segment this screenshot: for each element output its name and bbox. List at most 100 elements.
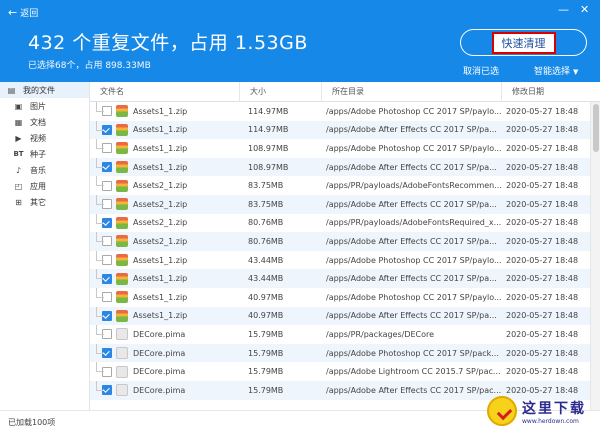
scrollbar-thumb[interactable]	[593, 104, 599, 152]
column-header-name[interactable]: 文件名	[90, 82, 240, 102]
zip-file-icon	[116, 309, 128, 322]
file-name: Assets2_1.zip	[133, 199, 188, 209]
file-size: 83.75MB	[248, 181, 284, 191]
table-row[interactable]: DECore.pima 15.79MB/apps/PR/packages/DECo…	[90, 325, 600, 344]
table-row[interactable]: Assets1_1.zip 43.44MB/apps/Adobe After Ef…	[90, 269, 600, 288]
table-row[interactable]: Assets2_1.zip 83.75MB/apps/Adobe After Ef…	[90, 194, 600, 214]
modified-date: 2020-05-27 18:48	[506, 162, 579, 172]
back-arrow-icon: ←	[8, 6, 18, 19]
tree-connector	[96, 362, 104, 373]
file-path: /apps/Adobe After Effects CC 2017 SP/pac…	[326, 385, 502, 395]
sidebar-item-label: 我的文件	[23, 85, 55, 95]
file-name-cell: Assets2_1.zip	[90, 179, 240, 192]
bt-icon: BT	[13, 150, 24, 158]
file-size: 114.97MB	[248, 106, 289, 116]
file-name-cell: Assets1_1.zip	[90, 123, 240, 136]
close-icon[interactable]: ✕	[580, 4, 589, 15]
file-icon	[116, 384, 128, 397]
file-name-cell: Assets2_1.zip	[90, 198, 240, 211]
sidebar-item-label: 文档	[30, 117, 46, 127]
file-name: Assets1_1.zip	[133, 162, 188, 172]
file-size: 15.79MB	[248, 367, 284, 377]
app-icon: ◰	[14, 181, 23, 191]
zip-file-icon	[116, 105, 128, 118]
sidebar-item-documents[interactable]: ▦ 文档	[0, 114, 89, 130]
file-path: /apps/PR/packages/DECore	[326, 329, 435, 339]
file-name-cell: DECore.pima	[90, 328, 240, 341]
table-header: 文件名 大小 所在目录 修改日期	[90, 82, 600, 102]
modified-date: 2020-05-27 18:48	[506, 143, 579, 153]
sidebar-item-videos[interactable]: ▶ 视频	[0, 130, 89, 146]
my-files-icon: ▤	[7, 85, 16, 95]
modified-date: 2020-05-27 18:48	[506, 199, 579, 209]
file-name-cell: Assets2_1.zip	[90, 216, 240, 229]
file-name-cell: Assets1_1.zip	[90, 309, 240, 322]
modified-date: 2020-05-27 18:48	[506, 106, 579, 116]
sidebar-item-label: 图片	[30, 101, 46, 111]
table-row[interactable]: Assets1_1.zip 114.97MB/apps/Adobe Photosh…	[90, 102, 600, 121]
table-row[interactable]: Assets1_1.zip 40.97MB/apps/Adobe Photosho…	[90, 287, 600, 307]
table-row[interactable]: Assets2_1.zip 80.76MB/apps/Adobe After Ef…	[90, 232, 600, 251]
document-icon: ▦	[14, 117, 23, 127]
quick-clean-button[interactable]: 快速清理	[460, 29, 587, 56]
vertical-scrollbar[interactable]	[590, 102, 600, 410]
modified-date: 2020-05-27 18:48	[506, 292, 579, 302]
file-path: /apps/Adobe After Effects CC 2017 SP/pa.…	[326, 274, 497, 284]
zip-file-icon	[116, 291, 128, 304]
table-row[interactable]: Assets1_1.zip 114.97MB/apps/Adobe After E…	[90, 120, 600, 140]
file-path: /apps/Adobe After Effects CC 2017 SP/pa.…	[326, 199, 497, 209]
watermark-text: 这里下载	[522, 400, 586, 417]
table-row[interactable]: Assets1_1.zip 108.97MB/apps/Adobe Photosh…	[90, 139, 600, 158]
modified-date: 2020-05-27 18:48	[506, 367, 579, 377]
tree-connector	[96, 250, 104, 261]
cancel-selection-link[interactable]: 取消已选	[463, 64, 499, 77]
music-icon: ♪	[15, 165, 22, 175]
table-row[interactable]: Assets2_1.zip 83.75MB/apps/PR/payloads/Ad…	[90, 176, 600, 195]
column-header-path[interactable]: 所在目录	[322, 82, 502, 102]
table-row[interactable]: Assets1_1.zip 43.44MB/apps/Adobe Photosho…	[90, 250, 600, 270]
sidebar-item-my-files[interactable]: ▤ 我的文件	[0, 82, 89, 98]
file-name: DECore.pima	[133, 329, 186, 339]
file-name: Assets1_1.zip	[133, 292, 188, 302]
file-size: 114.97MB	[248, 125, 289, 135]
modified-date: 2020-05-27 18:48	[506, 329, 579, 339]
file-name: DECore.pima	[133, 367, 186, 377]
back-button[interactable]: ← 返回	[8, 6, 38, 19]
sidebar-item-music[interactable]: ♪ 音乐	[0, 162, 89, 178]
table-row[interactable]: Assets1_1.zip 40.97MB/apps/Adobe After Ef…	[90, 306, 600, 326]
file-size: 80.76MB	[248, 236, 284, 246]
page-title: 432 个重复文件，占用 1.53GB	[28, 32, 308, 54]
modified-date: 2020-05-27 18:48	[506, 181, 579, 191]
column-header-size[interactable]: 大小	[240, 82, 322, 102]
file-name-cell: Assets1_1.zip	[90, 272, 240, 285]
file-path: /apps/Adobe Photoshop CC 2017 SP/paylo..…	[326, 292, 502, 302]
sidebar-item-torrents[interactable]: BT 种子	[0, 146, 89, 162]
file-name-cell: DECore.pima	[90, 365, 240, 378]
zip-file-icon	[116, 272, 128, 285]
minimize-icon[interactable]: —	[558, 4, 569, 15]
file-path: /apps/Adobe After Effects CC 2017 SP/pa.…	[326, 311, 497, 321]
file-name: DECore.pima	[133, 385, 186, 395]
tree-connector	[96, 232, 104, 243]
sidebar-item-other[interactable]: ⊞ 其它	[0, 194, 89, 210]
modified-date: 2020-05-27 18:48	[506, 255, 579, 265]
file-name-cell: DECore.pima	[90, 347, 240, 360]
table-row[interactable]: Assets2_1.zip 80.76MB/apps/PR/payloads/Ad…	[90, 213, 600, 233]
sidebar-item-label: 视频	[30, 133, 46, 143]
modified-date: 2020-05-27 18:48	[506, 348, 579, 358]
table-row[interactable]: DECore.pima 15.79MB/apps/Adobe Lightroom …	[90, 362, 600, 381]
sidebar-item-label: 音乐	[30, 165, 46, 175]
table-row[interactable]: Assets1_1.zip 108.97MB/apps/Adobe After E…	[90, 157, 600, 177]
file-path: /apps/Adobe After Effects CC 2017 SP/pa.…	[326, 236, 497, 246]
modified-date: 2020-05-27 18:48	[506, 274, 579, 284]
sidebar-item-images[interactable]: ▣ 图片	[0, 98, 89, 114]
file-path: /apps/PR/payloads/AdobeFontsRecommen...	[326, 181, 502, 191]
smart-select-dropdown[interactable]: 智能选择 ▼	[534, 64, 578, 77]
file-size: 108.97MB	[248, 143, 289, 153]
modified-date: 2020-05-27 18:48	[506, 218, 579, 228]
tree-connector	[96, 139, 104, 150]
column-header-date[interactable]: 修改日期	[502, 82, 590, 102]
table-row[interactable]: DECore.pima 15.79MB/apps/Adobe Photoshop …	[90, 343, 600, 363]
sidebar-item-apps[interactable]: ◰ 应用	[0, 178, 89, 194]
tree-connector	[96, 325, 104, 336]
